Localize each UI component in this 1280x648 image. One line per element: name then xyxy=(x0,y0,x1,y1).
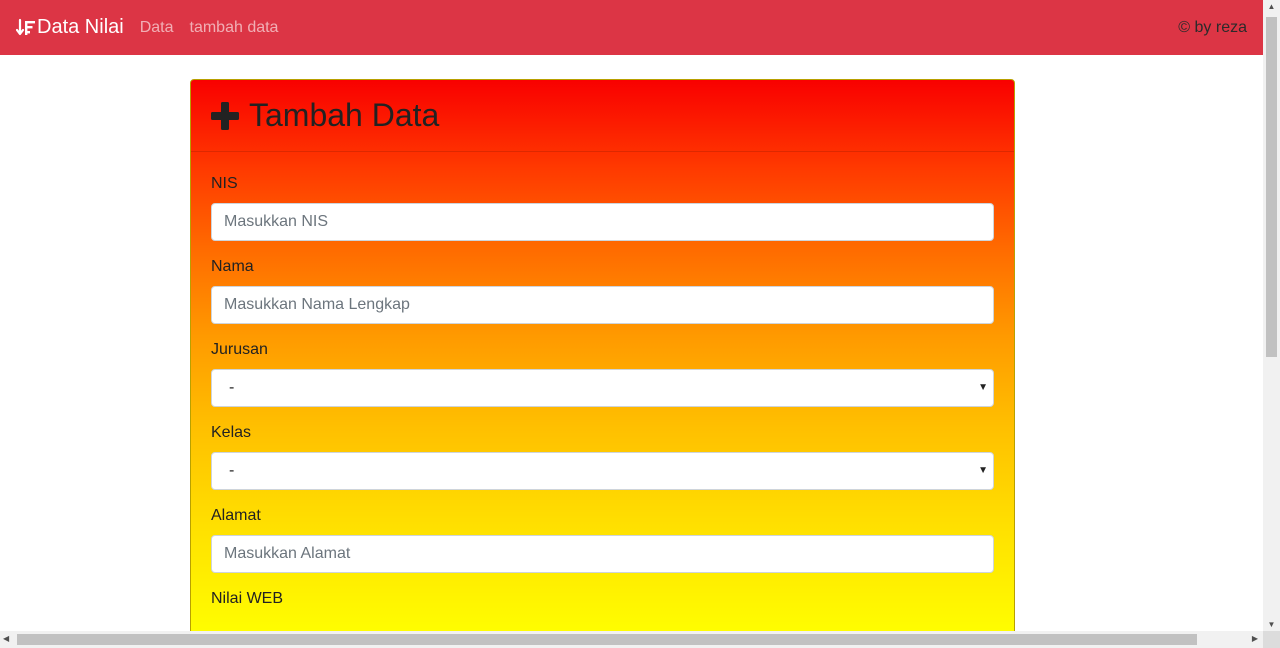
scroll-left-icon[interactable]: ◀ xyxy=(3,634,9,643)
nis-group: NIS xyxy=(211,174,994,241)
scroll-up-icon[interactable]: ▲ xyxy=(1263,2,1280,11)
chevron-down-icon: ▼ xyxy=(978,465,988,476)
kelas-group: Kelas - ▼ xyxy=(211,423,994,490)
jurusan-group: Jurusan - ▼ xyxy=(211,340,994,407)
top-navbar: Data Nilai Data tambah data © by reza xyxy=(0,0,1263,55)
brand-text: Data Nilai xyxy=(37,16,124,38)
kelas-select[interactable]: - ▼ xyxy=(211,452,994,490)
nama-input[interactable] xyxy=(211,286,994,324)
kelas-selected-value: - xyxy=(229,462,235,479)
vertical-scrollbar[interactable]: ▲ ▼ xyxy=(1263,0,1280,631)
add-data-card: Tambah Data NIS Nama Jurusan - ▼ Kelas -… xyxy=(190,79,1015,639)
nilai-web-group: Nilai WEB xyxy=(211,589,994,609)
card-header: Tambah Data xyxy=(191,80,1014,152)
scrollbar-corner xyxy=(1263,631,1280,648)
nama-group: Nama xyxy=(211,257,994,324)
jurusan-label: Jurusan xyxy=(211,341,268,358)
add-data-form: NIS Nama Jurusan - ▼ Kelas - ▼ Alamat xyxy=(191,152,1014,609)
vertical-scroll-thumb[interactable] xyxy=(1266,17,1277,357)
alamat-group: Alamat xyxy=(211,506,994,573)
nav-link-tambah-data[interactable]: tambah data xyxy=(190,19,279,37)
horizontal-scrollbar[interactable]: ◀ ▶ xyxy=(0,631,1263,648)
nilai-web-label: Nilai WEB xyxy=(211,590,284,607)
nis-label: NIS xyxy=(211,175,238,192)
nama-label: Nama xyxy=(211,258,254,275)
brand-link[interactable]: Data Nilai xyxy=(16,16,124,39)
nis-input[interactable] xyxy=(211,203,994,241)
scroll-down-icon[interactable]: ▼ xyxy=(1263,620,1280,629)
horizontal-scroll-thumb[interactable] xyxy=(17,634,1197,645)
nav-link-data[interactable]: Data xyxy=(140,19,174,37)
alamat-input[interactable] xyxy=(211,535,994,573)
credit-text: © by reza xyxy=(1178,18,1247,36)
plus-icon xyxy=(211,101,239,130)
jurusan-select[interactable]: - ▼ xyxy=(211,369,994,407)
alamat-label: Alamat xyxy=(211,507,261,524)
jurusan-selected-value: - xyxy=(229,379,235,396)
kelas-label: Kelas xyxy=(211,424,252,441)
sort-down-icon xyxy=(16,18,35,35)
page-title: Tambah Data xyxy=(249,97,440,133)
chevron-down-icon: ▼ xyxy=(978,382,988,393)
scroll-right-icon[interactable]: ▶ xyxy=(1252,634,1258,643)
